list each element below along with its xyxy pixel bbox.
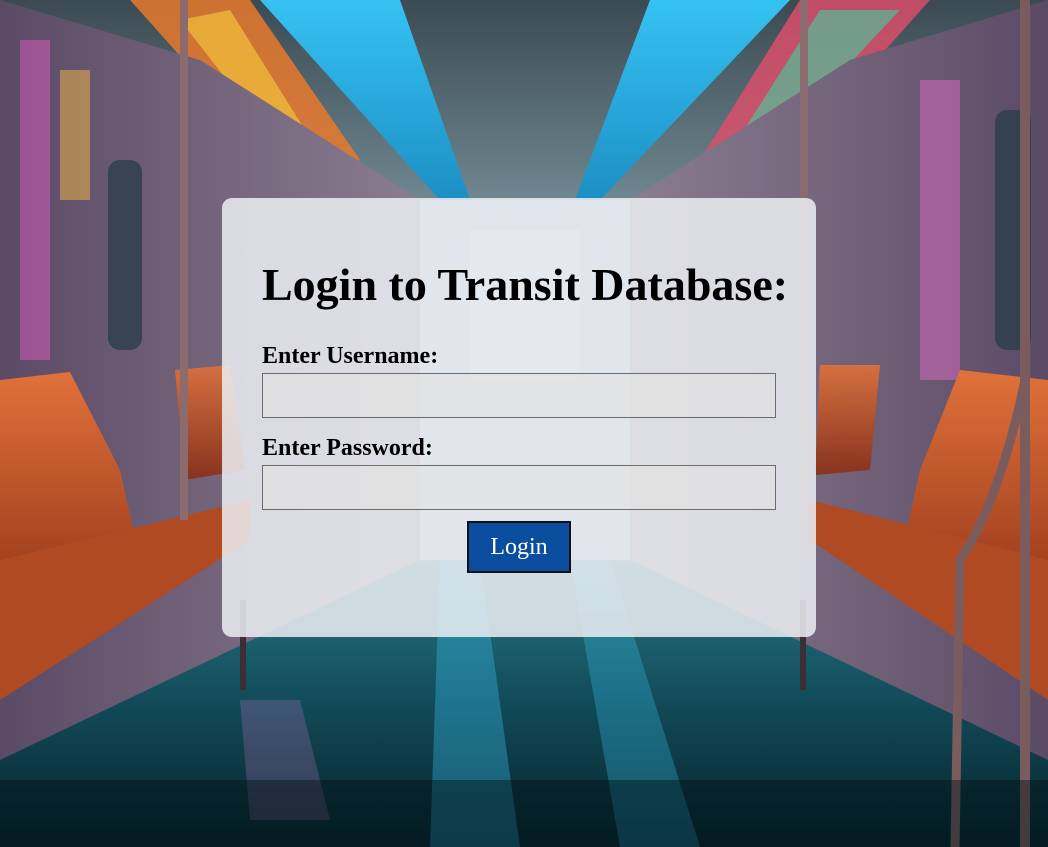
button-row: Login xyxy=(262,521,776,574)
password-label: Enter Password: xyxy=(262,434,433,461)
username-label: Enter Username: xyxy=(262,342,439,369)
login-button[interactable]: Login xyxy=(467,521,571,574)
username-input[interactable] xyxy=(262,372,776,418)
page-title: Login to Transit Database: xyxy=(262,259,789,310)
login-card: Login to Transit Database: Enter Usernam… xyxy=(222,198,816,637)
password-input[interactable] xyxy=(262,465,776,511)
